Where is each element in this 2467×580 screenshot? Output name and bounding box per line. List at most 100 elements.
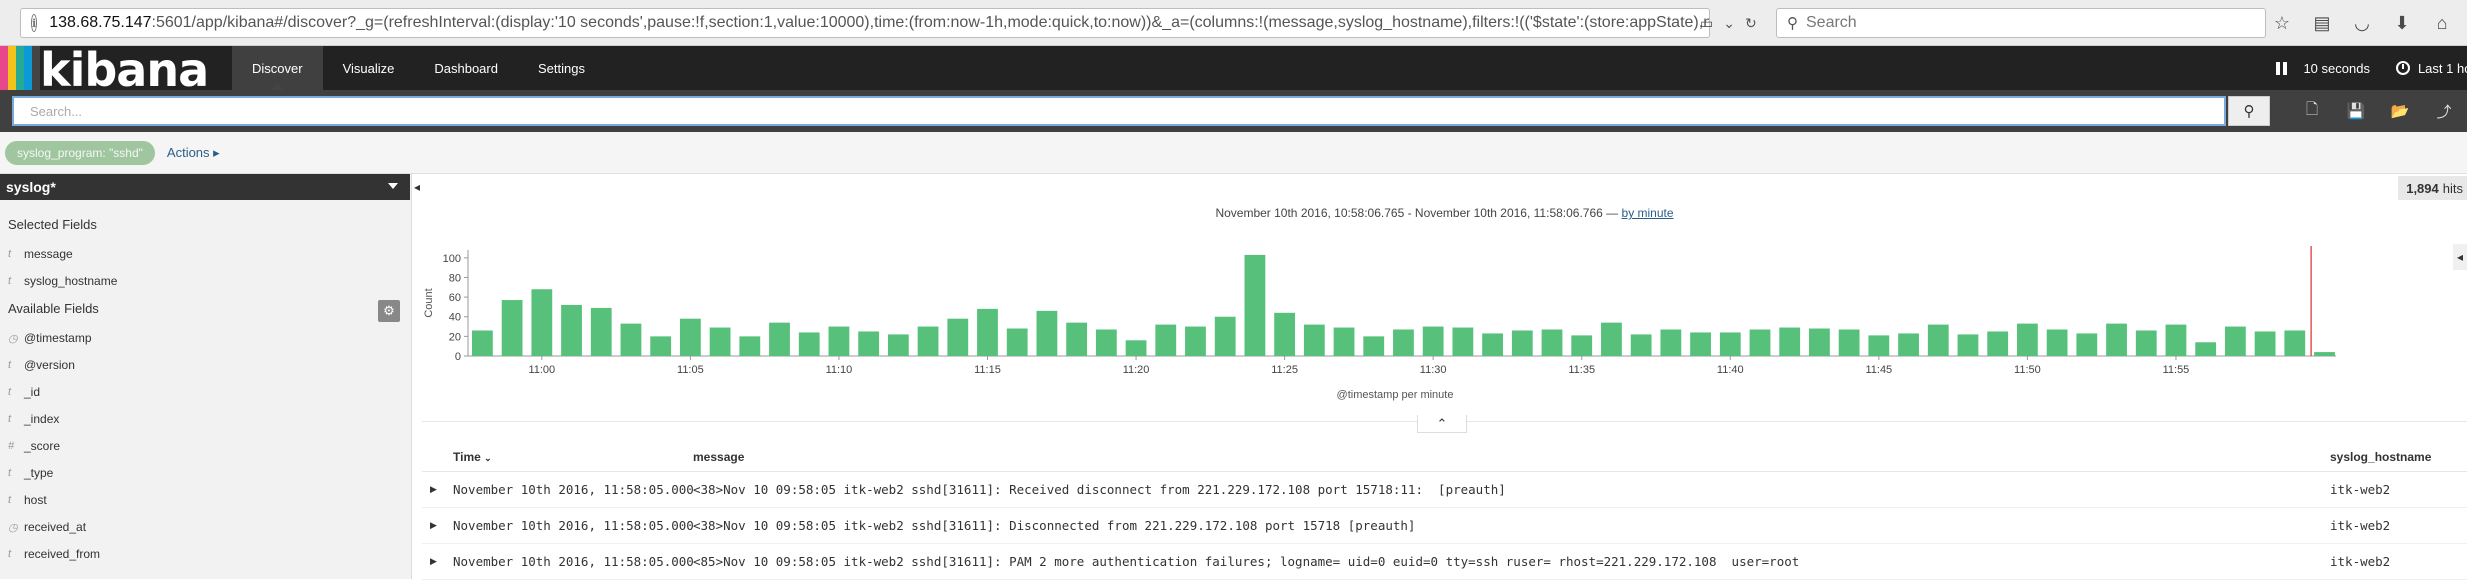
interval-link[interactable]: by minute [1622, 206, 1674, 220]
filter-pill[interactable]: syslog_program: "sshd" [5, 140, 155, 165]
refresh-interval[interactable]: 10 seconds [2303, 61, 2370, 76]
histogram-bar[interactable] [1541, 329, 1563, 357]
histogram-bar[interactable] [561, 304, 582, 356]
histogram-bar[interactable] [1957, 334, 1979, 356]
histogram-bar[interactable] [1333, 327, 1355, 356]
tab-settings[interactable]: Settings [518, 46, 605, 90]
histogram-bar[interactable] [2135, 330, 2157, 356]
histogram-bar[interactable] [709, 327, 731, 356]
kibana-logo[interactable]: kibana [0, 43, 232, 97]
histogram-bar[interactable] [1809, 328, 1830, 356]
histogram-bar[interactable] [620, 323, 642, 356]
field-item[interactable]: t _id [8, 385, 40, 399]
pocket-icon[interactable]: ◡ [2350, 11, 2374, 35]
histogram-bar[interactable] [1838, 329, 1860, 357]
histogram-bar[interactable] [1393, 329, 1414, 357]
reading-list-icon[interactable]: ▤ [2310, 11, 2334, 35]
site-info-icon[interactable]: i [31, 14, 38, 32]
histogram-bar[interactable] [1066, 322, 1088, 356]
histogram-bar[interactable] [590, 307, 612, 356]
histogram-bar[interactable] [1898, 333, 1919, 356]
expand-row-icon[interactable]: ▶ [430, 557, 437, 567]
field-item[interactable]: ◷ received_at [8, 520, 86, 534]
table-row[interactable]: ▶ November 10th 2016, 11:58:05.000 <38>N… [422, 472, 2467, 508]
histogram-bar[interactable] [1274, 312, 1296, 356]
histogram-bar[interactable] [1779, 327, 1801, 356]
histogram-bar[interactable] [887, 334, 909, 356]
histogram-bar[interactable] [679, 318, 701, 356]
histogram-bar[interactable] [1303, 324, 1325, 356]
reader-view-icon[interactable]: ▭ [1700, 15, 1713, 32]
histogram-bar[interactable] [1601, 322, 1622, 356]
histogram-bar[interactable] [798, 332, 820, 356]
bookmark-star-icon[interactable]: ☆ [2270, 11, 2294, 35]
histogram-bar[interactable] [1452, 327, 1474, 356]
histogram-bar[interactable] [2017, 323, 2038, 356]
field-item[interactable]: t _type [8, 466, 53, 480]
home-icon[interactable]: ⌂ [2430, 11, 2454, 35]
timepicker-label[interactable]: Last 1 hour [2418, 61, 2467, 76]
histogram-bar[interactable] [2314, 352, 2335, 356]
histogram-bar[interactable] [1511, 330, 1533, 356]
pause-icon[interactable] [2276, 61, 2288, 75]
histogram-bar[interactable] [828, 326, 850, 356]
field-item[interactable]: t received_from [8, 547, 100, 561]
message-column-header[interactable]: message [693, 450, 744, 464]
histogram-bar[interactable] [501, 300, 523, 356]
histogram-bar[interactable] [1363, 336, 1385, 356]
tab-visualize[interactable]: Visualize [323, 46, 415, 90]
sidebar-collapse-toggle[interactable]: ◂ [412, 174, 422, 200]
histogram-bar[interactable] [2046, 329, 2068, 357]
field-item[interactable]: t message [8, 247, 73, 261]
search-button[interactable]: ⚲ [2228, 96, 2270, 126]
expand-row-icon[interactable]: ▶ [430, 485, 437, 495]
histogram-bar[interactable] [1719, 332, 1741, 356]
histogram-bar[interactable] [1482, 333, 1503, 356]
histogram-bar[interactable] [1630, 334, 1652, 356]
field-item[interactable]: t syslog_hostname [8, 274, 117, 288]
histogram-bar[interactable] [1422, 326, 1444, 356]
collapse-chart-button[interactable]: ⌃ [1417, 415, 1467, 433]
histogram-bar[interactable] [858, 331, 880, 356]
reload-icon[interactable]: ↻ [1745, 15, 1757, 32]
histogram-bar[interactable] [977, 308, 998, 356]
histogram-bar[interactable] [2165, 324, 2187, 356]
open-search-icon[interactable]: 📂 [2378, 98, 2422, 124]
field-item[interactable]: # _score [8, 439, 60, 453]
histogram-bar[interactable] [769, 322, 790, 356]
histogram-bar[interactable] [531, 289, 553, 356]
histogram-bar[interactable] [1749, 329, 1771, 357]
histogram-bar[interactable] [1690, 332, 1711, 356]
save-search-icon[interactable]: 💾 [2334, 98, 2378, 124]
share-icon[interactable]: ⤴ [2422, 98, 2466, 124]
tab-discover[interactable]: Discover [232, 46, 323, 90]
histogram-bar[interactable] [1987, 331, 2009, 356]
histogram-bar[interactable] [1185, 326, 1206, 356]
table-row[interactable]: ▶ November 10th 2016, 11:58:05.000 <38>N… [422, 508, 2467, 544]
chart-right-toggle[interactable]: ◂ [2453, 244, 2467, 270]
histogram-bar[interactable] [1660, 329, 1682, 357]
histogram-bar[interactable] [2076, 333, 2098, 356]
field-item[interactable]: t host [8, 493, 47, 507]
expand-row-icon[interactable]: ▶ [430, 521, 437, 531]
histogram-bar[interactable] [1155, 324, 1177, 356]
histogram-bar[interactable] [650, 336, 672, 356]
filter-actions-link[interactable]: Actions ▸ [167, 145, 220, 161]
histogram-bar[interactable] [2195, 342, 2217, 356]
download-icon[interactable]: ⬇ [2390, 11, 2414, 35]
index-pattern-select[interactable]: syslog* [0, 174, 410, 200]
browser-search-field[interactable]: ⚲ Search [1776, 8, 2266, 38]
url-dropdown-icon[interactable]: ⌄ [1723, 15, 1735, 32]
histogram-bar[interactable] [947, 318, 969, 356]
field-item[interactable]: t _index [8, 412, 59, 426]
histogram-bar[interactable] [1927, 324, 1949, 356]
histogram-bar[interactable] [739, 336, 761, 356]
histogram-bar[interactable] [1571, 335, 1593, 356]
histogram-bar[interactable] [1006, 328, 1028, 356]
histogram-bar[interactable] [1125, 340, 1147, 356]
histogram-bar[interactable] [1095, 329, 1117, 357]
table-row[interactable]: ▶ November 10th 2016, 11:58:05.000 <85>N… [422, 544, 2467, 580]
gear-icon[interactable]: ⚙ [378, 300, 400, 322]
query-input[interactable]: Search... [12, 96, 2226, 126]
field-item[interactable]: t @version [8, 358, 75, 372]
